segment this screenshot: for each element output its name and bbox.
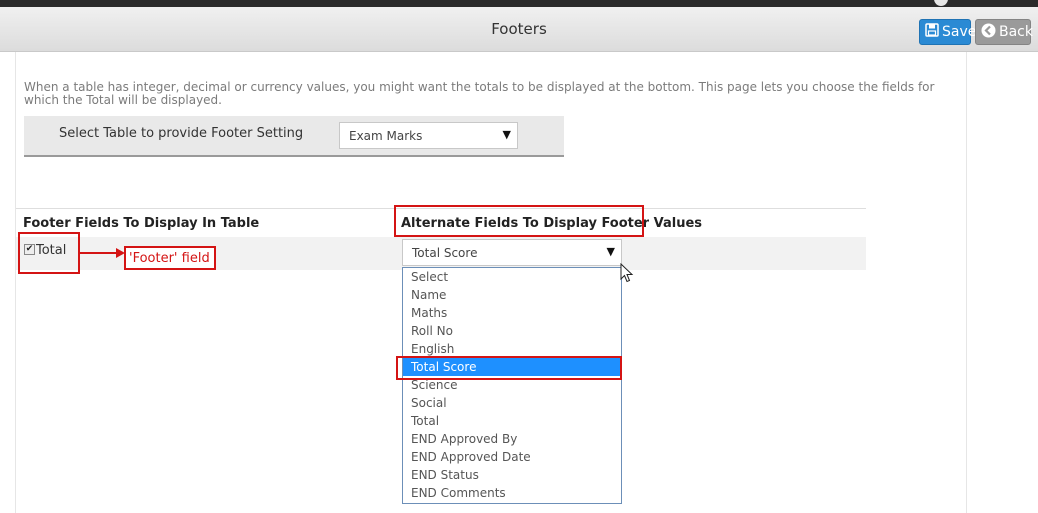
main-content: When a table has integer, decimal or cur… bbox=[15, 52, 967, 513]
dropdown-option[interactable]: Select bbox=[403, 268, 621, 286]
dropdown-option[interactable]: END Approved By bbox=[403, 430, 621, 448]
dropdown-option[interactable]: Name bbox=[403, 286, 621, 304]
dropdown-option[interactable]: Total bbox=[403, 412, 621, 430]
page-description: When a table has integer, decimal or cur… bbox=[24, 80, 935, 107]
back-label: Back bbox=[999, 24, 1033, 40]
dropdown-arrow-icon: ▼ bbox=[606, 245, 615, 258]
alternate-field-select[interactable]: Total Score ▼ bbox=[402, 239, 622, 266]
window-knob bbox=[934, 0, 948, 6]
dropdown-arrow-icon: ▼ bbox=[502, 128, 511, 141]
table-select-label: Select Table to provide Footer Setting bbox=[59, 126, 304, 141]
dropdown-option[interactable]: Maths bbox=[403, 304, 621, 322]
checkbox-highlight bbox=[18, 232, 80, 274]
floppy-disk-icon bbox=[925, 23, 939, 41]
save-button[interactable]: Save bbox=[919, 19, 976, 45]
table-select-panel: Select Table to provide Footer Setting E… bbox=[24, 116, 564, 157]
dropdown-option[interactable]: END Status bbox=[403, 466, 621, 484]
alternate-heading-highlight bbox=[394, 205, 644, 237]
save-label: Save bbox=[942, 24, 977, 40]
dropdown-option[interactable]: END Approved Date bbox=[403, 448, 621, 466]
annotation-arrow-line bbox=[80, 252, 120, 254]
header-bar: Footers Save Back bbox=[0, 7, 1038, 52]
dropdown-option[interactable]: Social bbox=[403, 394, 621, 412]
alternate-field-options: Select Name Maths Roll No English Total … bbox=[402, 267, 622, 504]
back-arrow-icon bbox=[981, 23, 996, 42]
table-select-value: Exam Marks bbox=[349, 129, 423, 143]
dropdown-option[interactable]: Roll No bbox=[403, 322, 621, 340]
top-strip bbox=[0, 0, 1038, 7]
selected-option-highlight bbox=[396, 356, 622, 380]
footer-fields-heading: Footer Fields To Display In Table bbox=[23, 216, 260, 231]
mouse-pointer-icon bbox=[620, 262, 634, 287]
table-select-dropdown[interactable]: Exam Marks ▼ bbox=[339, 122, 518, 149]
alternate-field-value: Total Score bbox=[412, 246, 478, 260]
back-button[interactable]: Back bbox=[975, 19, 1033, 45]
page-title: Footers bbox=[491, 20, 547, 38]
footer-field-callout: 'Footer' field bbox=[124, 246, 216, 270]
dropdown-option[interactable]: END Comments bbox=[403, 484, 621, 502]
